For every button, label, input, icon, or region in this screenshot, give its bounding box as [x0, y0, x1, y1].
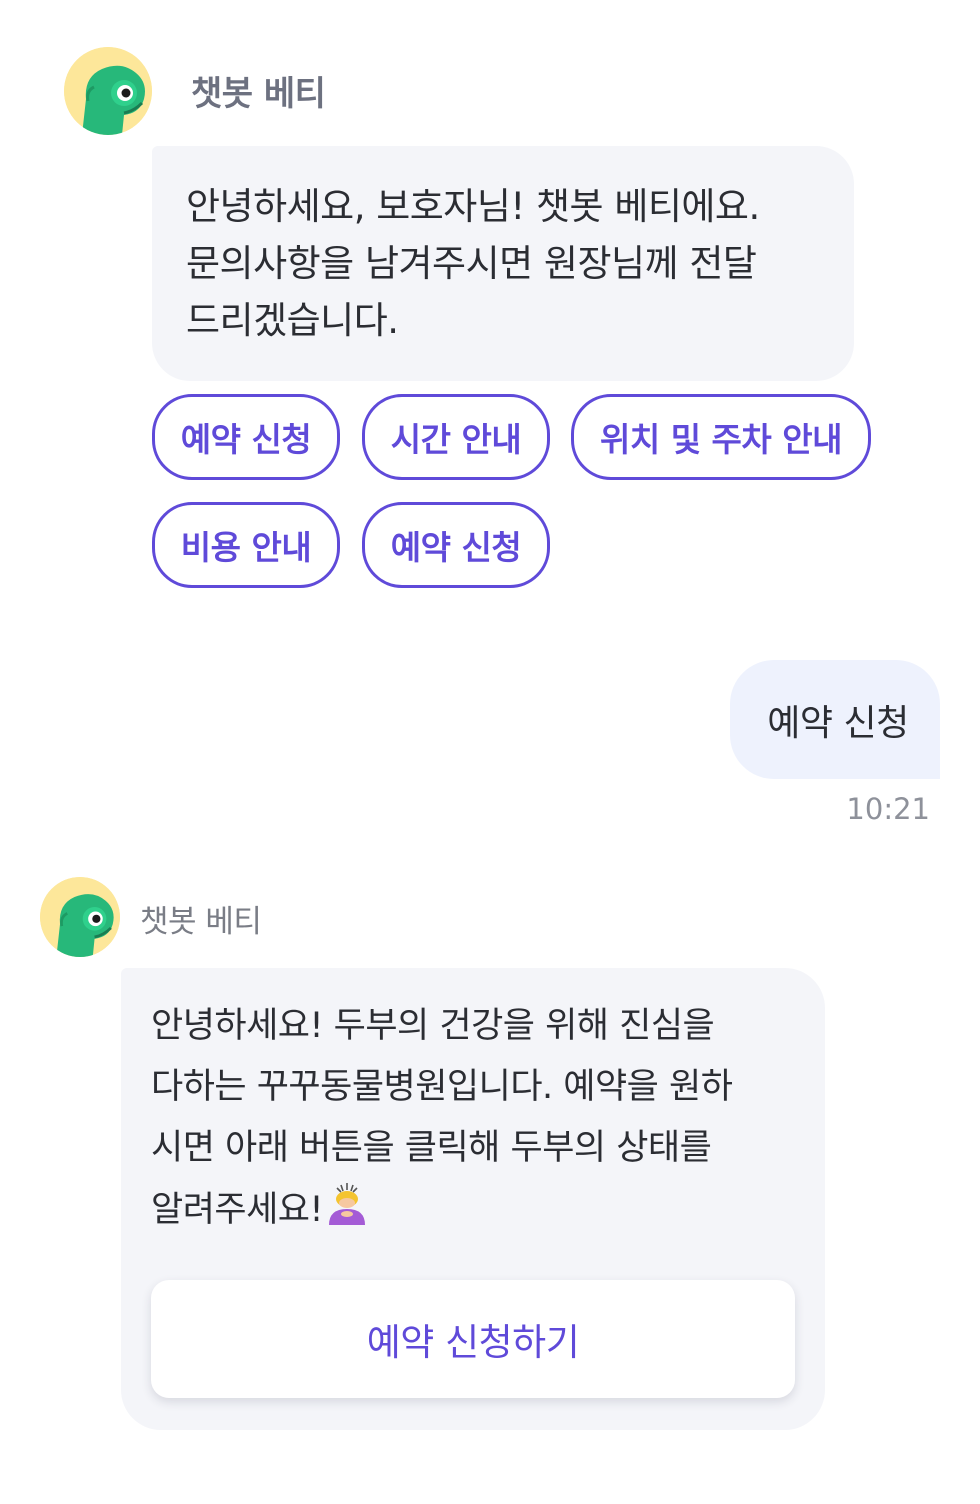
- chameleon-mascot-icon: [40, 877, 120, 957]
- message-line: 드리겠습니다.: [186, 299, 399, 342]
- quick-reply-reservation-button[interactable]: 예약 신청: [362, 502, 550, 588]
- bot-message-bubble: 안녕하세요, 보호자님! 챗봇 베티에요. 문의사항을 남겨주시면 원장님께 전…: [152, 146, 854, 381]
- quick-reply-cost-button[interactable]: 비용 안내: [152, 502, 340, 588]
- message-line: 다하는 꾸꾸동물병원입니다. 예약을 원하: [151, 1067, 733, 1107]
- bowing-woman-emoji-icon: [323, 1179, 371, 1227]
- bot-avatar: [40, 877, 120, 957]
- chameleon-mascot-icon: [64, 47, 152, 135]
- reservation-request-button[interactable]: 예약 신청하기: [151, 1280, 795, 1398]
- message-line: 시면 아래 버튼을 클릭해 두부의 상태를: [151, 1128, 712, 1168]
- quick-reply-hours-button[interactable]: 시간 안내: [362, 394, 550, 480]
- message-line: 알려주세요!: [151, 1179, 805, 1241]
- message-line: 안녕하세요, 보호자님! 챗봇 베티에요.: [186, 185, 760, 228]
- bot-name: 챗봇 베티: [191, 74, 326, 114]
- bot-name: 챗봇 베티: [140, 904, 262, 940]
- message-timestamp: 10:21: [846, 792, 930, 826]
- message-line: 안녕하세요! 두부의 건강을 위해 진심을: [151, 1006, 715, 1046]
- bot-avatar: [64, 47, 152, 135]
- user-message-bubble: 예약 신청: [730, 660, 940, 779]
- message-line-text: 알려주세요!: [151, 1190, 324, 1230]
- message-line: 문의사항을 남겨주시면 원장님께 전달: [186, 242, 757, 285]
- quick-reply-location-parking-button[interactable]: 위치 및 주차 안내: [571, 394, 871, 480]
- quick-reply-reservation-button[interactable]: 예약 신청: [152, 394, 340, 480]
